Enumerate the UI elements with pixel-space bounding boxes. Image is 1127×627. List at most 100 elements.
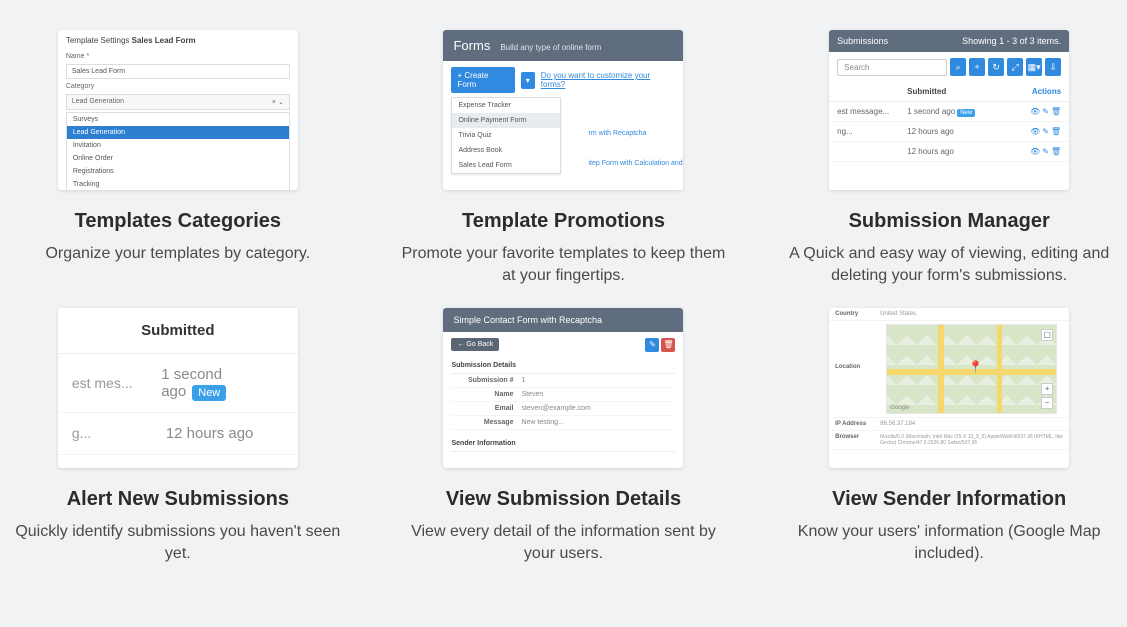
- thumb6-browser-k: Browser: [835, 434, 880, 446]
- thumb1-category-value: Lead Generation: [72, 98, 124, 106]
- thumb1-category-option[interactable]: Tracking: [67, 178, 289, 190]
- thumb2-dropdown-item[interactable]: Address Book: [452, 143, 560, 158]
- thumb2-snippet-1: rm with Recaptcha: [588, 130, 646, 137]
- thumb6-ip-v: 86.56.37.194: [880, 421, 1063, 427]
- edit-icon[interactable]: ✎: [645, 338, 659, 352]
- thumb5-bar: Simple Contact Form with Recaptcha: [443, 308, 683, 332]
- thumb1-category-select[interactable]: Lead Generation × ⌄: [66, 94, 290, 110]
- refresh-icon[interactable]: ↻: [988, 58, 1004, 76]
- thumb2-dropdown[interactable]: Expense TrackerOnline Payment FormTrivia…: [451, 97, 561, 174]
- table-row[interactable]: 12 hours ago👁✎🗑: [829, 142, 1069, 162]
- create-form-dropdown-toggle[interactable]: ▾: [521, 72, 535, 89]
- table-row[interactable]: est mes...1 second agoNew: [58, 354, 298, 413]
- cell-actions: 👁✎🗑: [1021, 147, 1061, 156]
- cell-actions: 👁✎🗑: [1021, 107, 1061, 116]
- go-back-button[interactable]: ← Go Back: [451, 338, 499, 351]
- thumb6-ip-k: IP Address: [835, 421, 880, 427]
- delete-icon[interactable]: 🗑: [1051, 127, 1061, 136]
- table-row[interactable]: g...12 hours ago: [58, 413, 298, 455]
- thumb2-snippet-2: itep Form with Calculation and: [588, 160, 682, 167]
- thumb3-bar-count: Showing 1 - 3 of 3 items.: [962, 36, 1061, 46]
- features-grid: Template Settings Sales Lead Form Name *…: [0, 0, 1127, 596]
- feature-title: Alert New Submissions: [67, 488, 289, 511]
- thumb2-bar-sub: Build any type of online form: [500, 43, 601, 52]
- feature-title: View Sender Information: [832, 488, 1066, 511]
- detail-value: 1: [521, 377, 525, 384]
- thumb1-category-option[interactable]: Surveys: [67, 113, 289, 126]
- delete-icon[interactable]: 🗑: [661, 338, 675, 352]
- thumb5-section2: Sender Information: [451, 436, 675, 452]
- thumb-templates-categories: Template Settings Sales Lead Form Name *…: [58, 30, 298, 190]
- thumb1-name-input[interactable]: Sales Lead Form: [66, 64, 290, 79]
- thumb1-category-option[interactable]: Online Order: [67, 152, 289, 165]
- google-watermark: Google: [890, 405, 909, 411]
- feature-title: Templates Categories: [75, 210, 281, 233]
- thumb4-head: Submitted: [58, 308, 298, 354]
- thumb1-category-label: Category: [58, 81, 298, 92]
- download-icon[interactable]: ⇩: [1045, 58, 1061, 76]
- feature-desc: Quickly identify submissions you haven't…: [10, 521, 346, 566]
- thumb1-category-option[interactable]: Invitation: [67, 139, 289, 152]
- cell-submitted: 1 second agoNew: [907, 107, 1021, 116]
- thumb2-dropdown-item[interactable]: Sales Lead Form: [452, 158, 560, 173]
- cell-actions: 👁✎🗑: [1021, 127, 1061, 136]
- edit-icon[interactable]: ✎: [1042, 147, 1049, 156]
- table-row[interactable]: ng...12 hours ago👁✎🗑: [829, 122, 1069, 142]
- cell-text: g...: [72, 425, 152, 441]
- thumb3-bar-title: Submissions: [837, 36, 888, 46]
- detail-row: NameSteven: [451, 388, 675, 402]
- thumb1-header: Template Settings Sales Lead Form: [58, 30, 298, 51]
- eye-icon[interactable]: 👁: [1030, 107, 1040, 116]
- expand-icon[interactable]: ⤢: [1007, 58, 1023, 76]
- feature-title: Submission Manager: [849, 210, 1050, 233]
- detail-key: Submission #: [451, 377, 521, 384]
- thumb6-browser-v: Mozilla/5.0 (Macintosh; Intel Mac OS X 1…: [880, 434, 1063, 446]
- delete-icon[interactable]: 🗑: [1051, 147, 1061, 156]
- zoom-square-icon[interactable]: ▢: [1041, 329, 1053, 341]
- new-badge: New: [957, 109, 975, 117]
- feature-title: Template Promotions: [462, 210, 665, 233]
- thumb1-category-option[interactable]: Lead Generation: [67, 126, 289, 139]
- thumb6-location-k: Location: [835, 324, 880, 370]
- eye-icon[interactable]: 👁: [1030, 127, 1040, 136]
- thumb6-country-v: United States: [880, 311, 1063, 317]
- feature-alert-new-submissions: Submitted est mes...1 second agoNewg...1…: [10, 308, 346, 566]
- cell-text: ng...: [837, 127, 907, 136]
- feature-desc: Know your users' information (Google Map…: [781, 521, 1117, 566]
- grid-icon[interactable]: ▦▾: [1026, 58, 1042, 76]
- feature-desc: Promote your favorite templates to keep …: [396, 243, 732, 288]
- detail-key: Email: [451, 405, 521, 412]
- customize-forms-link[interactable]: Do you want to customize your forms?: [541, 71, 676, 89]
- thumb2-bar-title: Forms: [453, 38, 490, 53]
- add-icon[interactable]: +: [969, 58, 985, 76]
- thumb1-category-option[interactable]: Registrations: [67, 165, 289, 178]
- detail-value: Steven: [521, 391, 543, 398]
- cell-text: est message...: [837, 107, 907, 116]
- thumb3-bar: Submissions Showing 1 - 3 of 3 items.: [829, 30, 1069, 52]
- thumb1-header-bold: Sales Lead Form: [132, 36, 196, 45]
- cell-submitted: 12 hours ago: [907, 127, 1021, 136]
- cell-submitted: 12 hours ago: [907, 147, 1021, 156]
- feature-view-sender-information: Country United States Location 📍 ▢ + − G…: [781, 308, 1117, 566]
- zoom-out-icon[interactable]: −: [1041, 397, 1053, 409]
- table-row[interactable]: est message...1 second agoNew👁✎🗑: [829, 102, 1069, 122]
- map-widget[interactable]: 📍 ▢ + − Google: [886, 324, 1057, 414]
- thumb1-category-list[interactable]: SurveysLead GenerationInvitationOnline O…: [66, 112, 290, 190]
- col-blank: [837, 87, 907, 96]
- feature-template-promotions: Forms Build any type of online form + Cr…: [396, 30, 732, 288]
- thumb2-dropdown-item[interactable]: Trivia Quiz: [452, 128, 560, 143]
- search-icon[interactable]: ⌕: [950, 58, 966, 76]
- thumb2-dropdown-item[interactable]: Expense Tracker: [452, 98, 560, 113]
- eye-icon[interactable]: 👁: [1030, 147, 1040, 156]
- thumb2-dropdown-item[interactable]: Online Payment Form: [452, 113, 560, 128]
- table-row[interactable]: 12 hours ago: [58, 455, 298, 468]
- edit-icon[interactable]: ✎: [1042, 127, 1049, 136]
- edit-icon[interactable]: ✎: [1042, 107, 1049, 116]
- search-input[interactable]: Search: [837, 59, 947, 76]
- create-form-button[interactable]: + Create Form: [451, 67, 514, 93]
- thumb1-header-prefix: Template Settings: [66, 36, 132, 45]
- feature-desc: Organize your templates by category.: [45, 243, 310, 265]
- delete-icon[interactable]: 🗑: [1051, 107, 1061, 116]
- thumb2-bar: Forms Build any type of online form: [443, 30, 683, 61]
- zoom-in-icon[interactable]: +: [1041, 383, 1053, 395]
